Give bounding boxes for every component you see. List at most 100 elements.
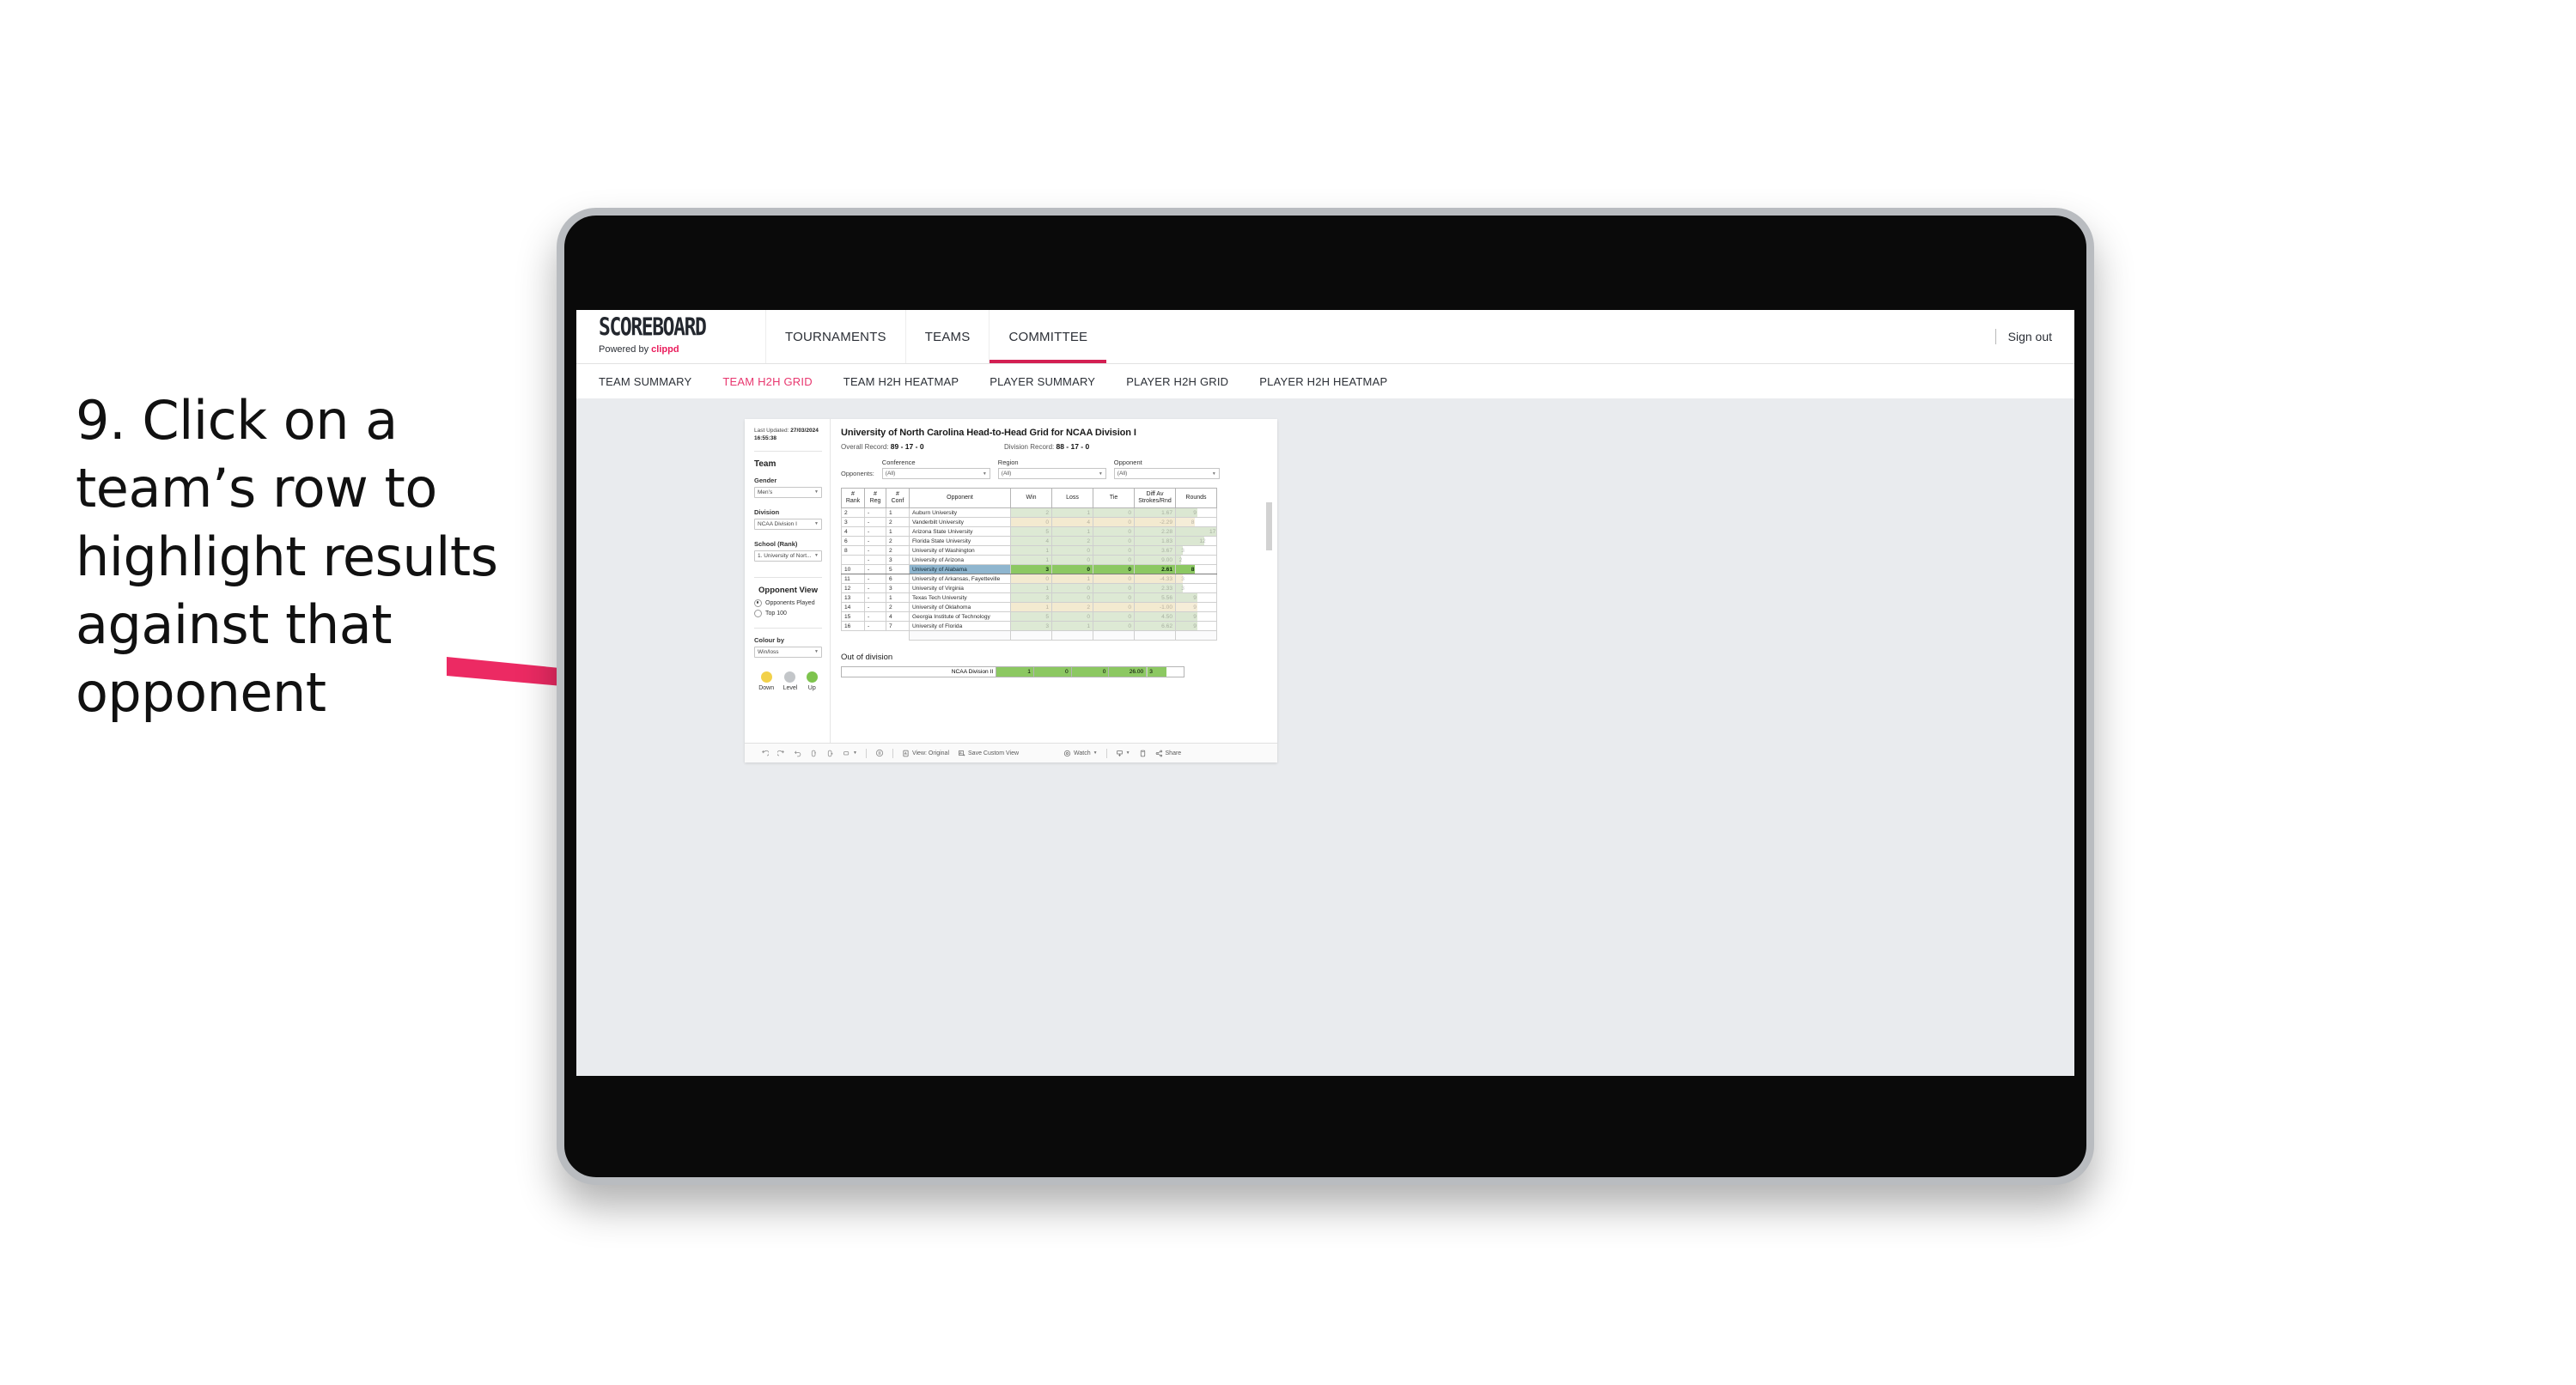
cell-tie-value: 0	[1128, 585, 1131, 592]
cell-rounds-value: 8	[1191, 519, 1195, 525]
watch-button[interactable]: Watch ▼	[1059, 750, 1102, 757]
sign-out-link[interactable]: Sign out	[2008, 330, 2052, 343]
cell-tie: 0	[1093, 564, 1135, 575]
radio-top-100[interactable]: Top 100	[754, 609, 822, 617]
cell-reg: -	[864, 583, 886, 594]
tab-team-summary[interactable]: TEAM SUMMARY	[599, 375, 710, 388]
cell-rounds: 9	[1175, 602, 1217, 613]
gender-select[interactable]: Men’s ▼	[754, 486, 822, 498]
cell-rounds: 9	[1175, 611, 1217, 623]
table-vertical-scrollbar[interactable]	[1266, 502, 1272, 550]
save-custom-view-label: Save Custom View	[968, 750, 1020, 756]
table-row[interactable]: 3-2 Vanderbilt University 0 4 0 -2.29 8	[841, 517, 1217, 528]
cell-tie: 0	[1093, 545, 1135, 556]
radio-opponents-played[interactable]: Opponents Played	[754, 598, 822, 607]
cell-tie: 0	[1093, 517, 1135, 528]
chevron-down-icon: ▼	[1093, 750, 1098, 756]
tab-team-h2h-grid[interactable]: TEAM H2H GRID	[722, 375, 831, 388]
refresh-icon[interactable]	[806, 750, 822, 757]
cell-diff: 6.62	[1134, 621, 1176, 632]
chevron-down-icon: ▼	[814, 521, 819, 527]
table-row[interactable]: 6-2 Florida State University 4 2 0 1.83 12	[841, 536, 1217, 547]
pause-icon[interactable]	[822, 750, 838, 757]
cell-reg: -	[864, 526, 886, 538]
table-row[interactable]: 10-5 University of Alabama 3 0 0 2.61 8	[841, 564, 1217, 575]
cell-win-value: 3	[1045, 594, 1049, 601]
cell-tie: 0	[1093, 574, 1135, 585]
school-select[interactable]: 1. University of Nort... ▼	[754, 550, 822, 562]
tab-player-summary[interactable]: PLAYER SUMMARY	[990, 375, 1114, 388]
filter-opponent: Opponent (All) ▼	[1113, 459, 1220, 479]
cell-loss-value: 0	[1087, 613, 1090, 620]
table-row[interactable]: 13-1 Texas Tech University 3 0 0 5.56 9	[841, 592, 1217, 604]
revert-icon[interactable]	[789, 750, 806, 757]
save-custom-view-button[interactable]: Save Custom View	[953, 750, 1023, 757]
cell-tie: 0	[1093, 536, 1135, 547]
cell-conf: 2	[886, 602, 910, 613]
table-row[interactable]: 8-2 University of Washington 1 0 0 3.67 3	[841, 545, 1217, 556]
tab-player-h2h-heatmap[interactable]: PLAYER H2H HEATMAP	[1259, 375, 1406, 388]
cell-diff-value: 3.67	[1161, 547, 1172, 554]
cell-conf: 1	[886, 526, 910, 538]
table-row[interactable]: NCAA Division II 1 0 0 26.00 3	[840, 665, 1184, 677]
cell-opponent: Auburn University	[909, 507, 1011, 519]
table-row[interactable]: 14-2 University of Oklahoma 1 2 0 -1.00 9	[841, 602, 1217, 613]
cell-tie-value: 0	[1128, 538, 1131, 544]
cell-loss-value: 0	[1087, 547, 1090, 554]
cell-conf: 4	[886, 611, 910, 623]
download-button[interactable]: ▼	[1111, 750, 1135, 757]
view-original-button[interactable]: View: Original	[898, 750, 953, 757]
cell-diff: -4.33	[1134, 574, 1176, 585]
opponent-select[interactable]: (All) ▼	[1113, 468, 1220, 479]
table-row[interactable]: 2-1 Auburn University 2 1 0 1.67 9	[841, 507, 1217, 519]
division-select[interactable]: NCAA Division I ▼	[754, 518, 822, 530]
shape-icon[interactable]: ▼	[838, 750, 862, 757]
ood-win: 1	[996, 665, 1034, 677]
tab-player-h2h-grid[interactable]: PLAYER H2H GRID	[1126, 375, 1247, 388]
cell-win-value: 5	[1045, 528, 1049, 535]
table-row[interactable]: -3 University of Arizona 1 0 0 9.00 2	[841, 555, 1217, 566]
cell-win-value: 1	[1045, 547, 1049, 554]
last-updated: Last Updated: 27/03/2024 16:55:38	[754, 428, 819, 441]
chevron-down-icon: ▼	[814, 489, 819, 495]
table-row[interactable]: 15-4 Georgia Institute of Technology 5 0 0 4.…	[841, 611, 1217, 623]
colour-by-select[interactable]: Win/loss ▼	[754, 646, 822, 658]
nav-tab-committee[interactable]: COMMITTEE	[989, 310, 1107, 363]
cell-rounds-value: 8	[1191, 566, 1195, 573]
cell-rounds-value: 12	[1199, 538, 1206, 544]
cell-opponent: University of Arizona	[909, 555, 1011, 566]
watch-label: Watch	[1074, 750, 1091, 756]
conference-select[interactable]: (All) ▼	[881, 468, 990, 479]
region-select[interactable]: (All) ▼	[997, 468, 1106, 479]
cell-diff-value: 2.28	[1161, 528, 1172, 535]
legend-label-level: Level	[783, 684, 798, 691]
cell-tie-value: 0	[1128, 519, 1131, 525]
nav-tab-tournaments[interactable]: TOURNAMENTS	[765, 310, 905, 363]
table-row[interactable]: 4-1 Arizona State University 5 1 0 2.28 17	[841, 526, 1217, 538]
cell-rank: 12	[841, 583, 865, 594]
pause-refresh-icon[interactable]	[871, 749, 888, 757]
undo-icon[interactable]	[757, 750, 773, 757]
cell-rank: 3	[841, 517, 865, 528]
share-button[interactable]: Share	[1151, 750, 1186, 757]
device-preview-button[interactable]	[1135, 750, 1151, 757]
table-row[interactable]: 12-3 University of Virginia 1 0 0 2.33 3	[841, 583, 1217, 594]
region-label: Region	[997, 459, 1019, 466]
table-row[interactable]: 16-7 University of Florida 3 1 0 6.62 9	[841, 621, 1217, 632]
tablet-screen: SCOREBOARD Powered by clippd TOURNAMENTS…	[576, 310, 2074, 1076]
cell-loss-value: 2	[1087, 604, 1090, 610]
workbook-toolbar: ▼ View: Original Save Custom View Watch …	[745, 743, 1277, 762]
legend-label-up: Up	[807, 684, 816, 691]
cell-loss-value: 0	[1087, 585, 1090, 592]
tab-team-h2h-heatmap[interactable]: TEAM H2H HEATMAP	[843, 375, 977, 388]
cell-loss-value: 0	[1087, 594, 1090, 601]
header-right: Sign out	[1994, 310, 2074, 363]
header-row: # Rank # Reg # Conf Opponent Win Loss Ti…	[841, 487, 1217, 509]
cell-diff-value: 4.50	[1161, 613, 1172, 620]
table-head: # Rank # Reg # Conf Opponent Win Loss Ti…	[841, 487, 1217, 509]
cell-loss-value: 1	[1087, 623, 1090, 629]
table-row[interactable]: 11-6 University of Arkansas, Fayetteville…	[841, 574, 1217, 585]
redo-icon[interactable]	[773, 750, 789, 757]
cell-tie-value: 0	[1128, 509, 1131, 516]
nav-tab-teams[interactable]: TEAMS	[904, 310, 990, 363]
